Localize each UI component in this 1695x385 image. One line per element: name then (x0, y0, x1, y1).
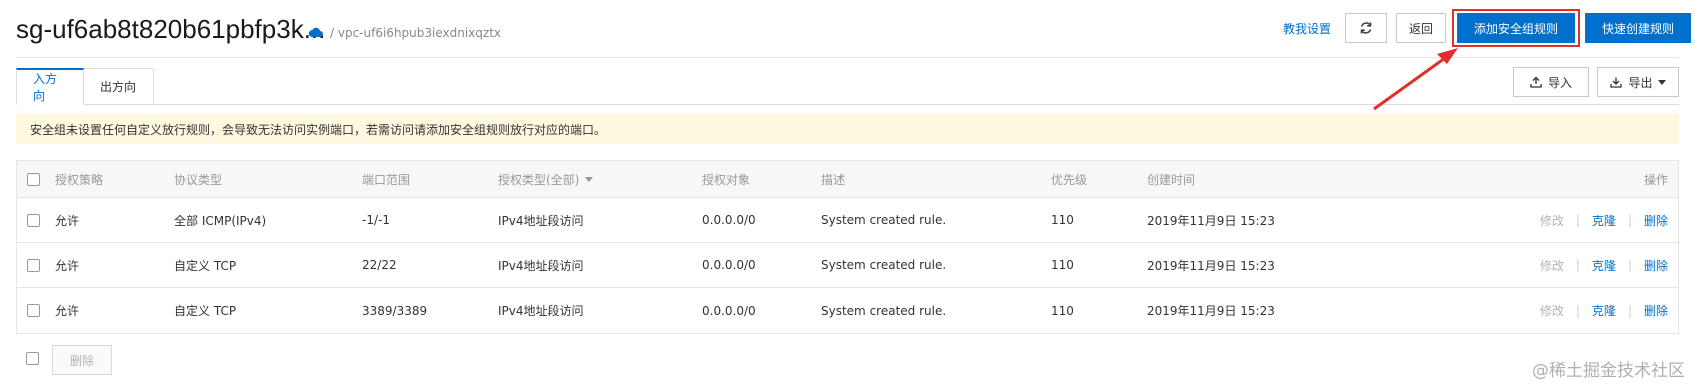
edit-link[interactable]: 修改 (1540, 212, 1564, 229)
select-all-checkbox[interactable] (27, 172, 40, 186)
edit-link[interactable]: 修改 (1540, 302, 1564, 319)
cell-priority: 110 (1051, 258, 1074, 272)
row-checkbox[interactable] (27, 213, 40, 227)
col-priority: 优先级 (1051, 172, 1088, 187)
separator: | (1627, 213, 1632, 227)
cell-auth-type: IPv4地址段访问 (498, 304, 584, 318)
table-row: 允许 自定义 TCP 3389/3389 IPv4地址段访问 0.0.0.0/0… (17, 288, 1678, 333)
watermark: @稀土掘金技术社区 (1532, 361, 1685, 381)
footer-select-all-checkbox[interactable] (26, 352, 39, 365)
separator: | (1627, 258, 1632, 272)
download-icon (1610, 77, 1623, 88)
export-label: 导出 (1628, 75, 1653, 90)
direction-tabs: 入方向 出方向 (16, 68, 1679, 105)
cell-priority: 110 (1051, 213, 1074, 227)
table-row: 允许 全部 ICMP(IPv4) -1/-1 IPv4地址段访问 0.0.0.0… (17, 198, 1678, 243)
col-protocol: 协议类型 (174, 172, 223, 187)
quick-create-button[interactable]: 快速创建规则 (1585, 13, 1691, 43)
col-created: 创建时间 (1147, 172, 1196, 187)
clone-link[interactable]: 克隆 (1592, 212, 1616, 229)
separator: | (1627, 303, 1632, 318)
import-button[interactable]: 导入 (1513, 67, 1589, 97)
warning-banner: 安全组未设置任何自定义放行规则，会导致无法访问实例端口，若需访问请添加安全组规则… (16, 114, 1679, 144)
cell-created: 2019年11月9日 15:23 (1147, 258, 1275, 273)
cell-description: System created rule. (821, 258, 947, 272)
upload-icon (1530, 76, 1542, 88)
col-policy: 授权策略 (55, 172, 104, 187)
cell-policy: 允许 (55, 304, 80, 318)
refresh-icon (1360, 22, 1372, 34)
row-actions: 修改 | 克隆 | 删除 (1540, 243, 1668, 287)
page-title: sg-uf6ab8t820b61pbfp3k... (16, 14, 326, 44)
header-divider (16, 57, 1679, 58)
cell-policy: 允许 (55, 258, 80, 273)
cell-port: -1/-1 (362, 213, 390, 227)
bulk-delete-button[interactable]: 删除 (52, 345, 112, 375)
row-checkbox[interactable] (27, 258, 40, 272)
separator: | (1575, 213, 1580, 227)
cell-policy: 允许 (55, 213, 80, 228)
col-target: 授权对象 (702, 172, 751, 187)
tab-outbound[interactable]: 出方向 (84, 68, 154, 105)
cell-target: 0.0.0.0/0 (702, 213, 756, 227)
delete-link[interactable]: 删除 (1644, 257, 1668, 274)
cell-port: 22/22 (362, 258, 397, 272)
cell-protocol: 自定义 TCP (174, 258, 237, 273)
cell-protocol: 全部 ICMP(IPv4) (174, 213, 267, 228)
vpc-breadcrumb: / vpc-uf6i6hpub3iexdnixqztx (330, 26, 502, 40)
cell-target: 0.0.0.0/0 (702, 258, 756, 272)
cell-created: 2019年11月9日 15:23 (1147, 213, 1275, 228)
separator: | (1575, 258, 1580, 272)
import-label: 导入 (1547, 75, 1572, 90)
add-rule-button[interactable]: 添加安全组规则 (1457, 13, 1575, 43)
delete-link[interactable]: 删除 (1644, 212, 1668, 229)
caret-down-icon (585, 176, 594, 182)
tab-inbound[interactable]: 入方向 (16, 68, 84, 105)
col-auth-type-filter[interactable]: 授权类型(全部) (498, 161, 594, 197)
separator: | (1575, 303, 1580, 318)
cell-auth-type: IPv4地址段访问 (498, 258, 584, 273)
table-row: 允许 自定义 TCP 22/22 IPv4地址段访问 0.0.0.0/0 Sys… (17, 243, 1678, 288)
cell-priority: 110 (1051, 303, 1074, 318)
col-port: 端口范围 (362, 172, 411, 187)
clone-link[interactable]: 克隆 (1592, 302, 1616, 319)
cell-description: System created rule. (821, 213, 947, 227)
cloud-icon (308, 27, 323, 37)
edit-link[interactable]: 修改 (1540, 257, 1564, 274)
cell-protocol: 自定义 TCP (174, 304, 237, 318)
row-actions: 修改 | 克隆 | 删除 (1540, 288, 1668, 333)
row-checkbox[interactable] (27, 304, 40, 317)
delete-link[interactable]: 删除 (1644, 302, 1668, 319)
page-header: sg-uf6ab8t820b61pbfp3k... / vpc-uf6i6hpu… (0, 0, 1695, 58)
cell-target: 0.0.0.0/0 (702, 303, 756, 318)
clone-link[interactable]: 克隆 (1592, 257, 1616, 274)
cell-auth-type: IPv4地址段访问 (498, 213, 584, 228)
cell-created: 2019年11月9日 15:23 (1147, 304, 1275, 318)
col-auth-type: 授权类型(全部) (498, 172, 580, 187)
export-button[interactable]: 导出 (1597, 67, 1679, 97)
refresh-button[interactable] (1345, 13, 1387, 43)
help-link[interactable]: 教我设置 (1283, 20, 1331, 37)
cell-port: 3389/3389 (362, 303, 428, 318)
row-actions: 修改 | 克隆 | 删除 (1540, 198, 1668, 242)
cell-description: System created rule. (821, 303, 947, 318)
rules-table: 授权策略 协议类型 端口范围 授权类型(全部) 授权对象 描述 优先级 创建时间… (16, 160, 1679, 334)
col-description: 描述 (821, 172, 846, 187)
chevron-down-icon (1657, 79, 1666, 85)
table-header-row: 授权策略 协议类型 端口范围 授权类型(全部) 授权对象 描述 优先级 创建时间… (17, 161, 1678, 198)
col-actions: 操作 (1643, 172, 1668, 187)
back-button[interactable]: 返回 (1396, 13, 1446, 43)
